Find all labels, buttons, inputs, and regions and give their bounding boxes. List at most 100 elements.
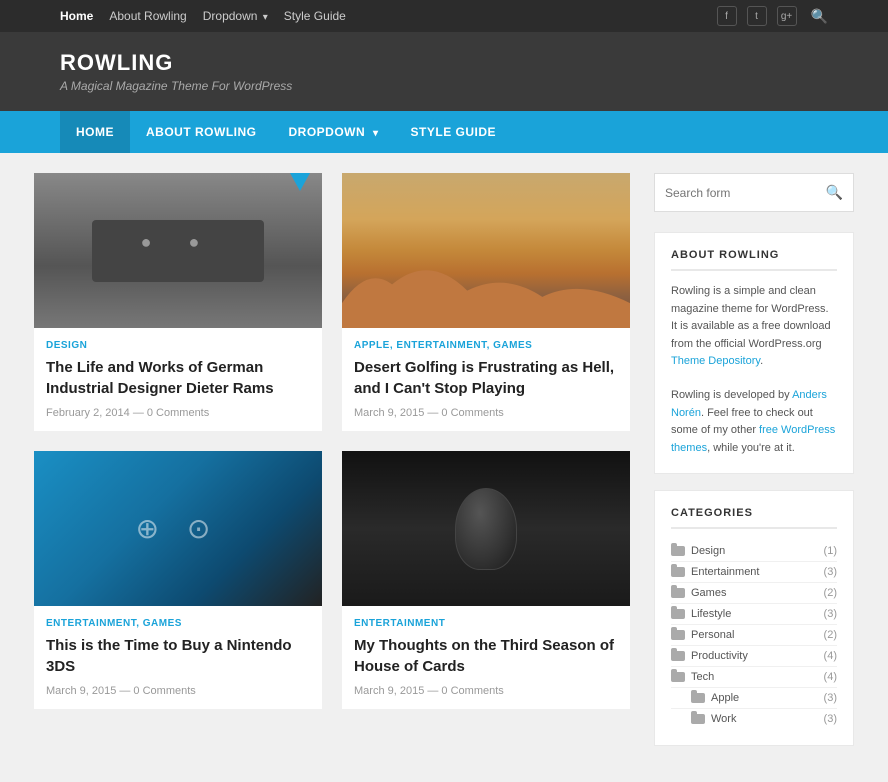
about-widget-text: Rowling is a simple and clean magazine t… [671,283,837,371]
twitter-icon[interactable]: t [747,6,767,26]
folder-icon [691,693,705,703]
post-card-3: ENTERTAINMENT, GAMES This is the Time to… [34,451,322,709]
site-title: ROWLING [60,50,828,76]
category-design[interactable]: Design (1) [671,541,837,562]
category-count: (3) [824,608,837,620]
folder-icon [671,609,685,619]
search-input[interactable] [665,186,826,200]
folder-icon [671,651,685,661]
post-card-2: APPLE, ENTERTAINMENT, GAMES Desert Golfi… [342,173,630,431]
post-body-1: DESIGN The Life and Works of German Indu… [34,328,322,431]
category-name: Tech [691,671,824,683]
post-thumbnail-1[interactable] [34,173,322,328]
site-branding: ROWLING A Magical Magazine Theme For Wor… [0,32,888,111]
category-lifestyle[interactable]: Lifestyle (3) [671,604,837,625]
category-count: (2) [824,629,837,641]
search-box[interactable]: 🔍 [654,173,854,212]
about-widget: ABOUT ROWLING Rowling is a simple and cl… [654,232,854,474]
folder-icon [671,672,685,682]
post-thumbnail-3[interactable] [34,451,322,606]
category-name: Productivity [691,650,824,662]
post-body-4: ENTERTAINMENT My Thoughts on the Third S… [342,606,630,709]
folder-icon [671,630,685,640]
desert-image [342,173,630,328]
top-nav-home[interactable]: Home [60,9,93,23]
category-list: Design (1) Entertainment (3) Games (2) L… [671,541,837,729]
dropdown-indicator: ▾ [373,128,379,139]
folder-icon [671,588,685,598]
bookmark-icon [290,173,310,191]
folder-icon [671,546,685,556]
category-personal[interactable]: Personal (2) [671,625,837,646]
post-category-2[interactable]: APPLE, ENTERTAINMENT, GAMES [354,340,618,351]
googleplus-icon[interactable]: g+ [777,6,797,26]
anders-noren-link[interactable]: Anders Norén [671,389,827,419]
post-meta-2: March 9, 2015 — 0 Comments [354,407,618,419]
top-nav-style-guide[interactable]: Style Guide [284,9,346,23]
category-name: Entertainment [691,566,824,578]
main-nav-home[interactable]: HOME [60,111,130,153]
post-body-3: ENTERTAINMENT, GAMES This is the Time to… [34,606,322,709]
category-count: (4) [824,650,837,662]
category-productivity[interactable]: Productivity (4) [671,646,837,667]
category-count: (3) [824,692,837,704]
controller-image [34,451,322,606]
main-content: DESIGN The Life and Works of German Indu… [34,173,630,762]
top-navigation: Home About Rowling Dropdown ▾ Style Guid… [60,9,346,23]
category-entertainment[interactable]: Entertainment (3) [671,562,837,583]
post-category-1[interactable]: DESIGN [46,340,310,351]
category-count: (3) [824,713,837,725]
category-count: (3) [824,566,837,578]
post-card-1: DESIGN The Life and Works of German Indu… [34,173,322,431]
post-body-2: APPLE, ENTERTAINMENT, GAMES Desert Golfi… [342,328,630,431]
post-thumbnail-2[interactable] [342,173,630,328]
folder-icon [671,567,685,577]
main-nav-style-guide[interactable]: STYLE GUIDE [395,111,513,153]
categories-widget-title: CATEGORIES [671,507,837,529]
category-count: (1) [824,545,837,557]
folder-icon [691,714,705,724]
post-title-4[interactable]: My Thoughts on the Third Season of House… [354,635,618,677]
category-name: Lifestyle [691,608,824,620]
post-meta-1: February 2, 2014 — 0 Comments [46,407,310,419]
category-name: Personal [691,629,824,641]
category-name: Games [691,587,824,599]
search-icon[interactable]: 🔍 [811,8,828,25]
page-wrapper: DESIGN The Life and Works of German Indu… [34,153,854,782]
dropdown-arrow: ▾ [263,12,268,23]
post-title-2[interactable]: Desert Golfing is Frustrating as Hell, a… [354,357,618,399]
post-meta-3: March 9, 2015 — 0 Comments [46,685,310,697]
facebook-icon[interactable]: f [717,6,737,26]
category-tech[interactable]: Tech (4) [671,667,837,688]
post-category-4[interactable]: ENTERTAINMENT [354,618,618,629]
post-title-3[interactable]: This is the Time to Buy a Nintendo 3DS [46,635,310,677]
post-card-4: ENTERTAINMENT My Thoughts on the Third S… [342,451,630,709]
free-themes-link[interactable]: free WordPress themes [671,424,835,454]
main-nav-about[interactable]: ABOUT ROWLING [130,111,273,153]
post-category-3[interactable]: ENTERTAINMENT, GAMES [46,618,310,629]
category-games[interactable]: Games (2) [671,583,837,604]
post-thumbnail-4[interactable] [342,451,630,606]
sidebar: 🔍 ABOUT ROWLING Rowling is a simple and … [654,173,854,762]
category-apple[interactable]: Apple (3) [671,688,837,709]
theme-depository-link[interactable]: Theme Depository [671,355,760,367]
post-title-1[interactable]: The Life and Works of German Industrial … [46,357,310,399]
posts-grid: DESIGN The Life and Works of German Indu… [34,173,630,709]
top-social-icons: f t g+ 🔍 [717,6,828,26]
about-widget-title: ABOUT ROWLING [671,249,837,271]
categories-widget: CATEGORIES Design (1) Entertainment (3) … [654,490,854,746]
category-name: Design [691,545,824,557]
search-button[interactable]: 🔍 [826,184,843,201]
category-name: Apple [711,692,824,704]
top-nav-about[interactable]: About Rowling [109,9,186,23]
top-bar: Home About Rowling Dropdown ▾ Style Guid… [0,0,888,32]
about-widget-text2: Rowling is developed by Anders Norén. Fe… [671,387,837,457]
top-nav-dropdown[interactable]: Dropdown ▾ [203,9,268,23]
site-tagline: A Magical Magazine Theme For WordPress [60,79,828,93]
category-work[interactable]: Work (3) [671,709,837,729]
main-nav-dropdown[interactable]: DROPDOWN ▾ [273,111,395,153]
post-meta-4: March 9, 2015 — 0 Comments [354,685,618,697]
category-count: (2) [824,587,837,599]
cassette-image [34,173,322,328]
category-count: (4) [824,671,837,683]
